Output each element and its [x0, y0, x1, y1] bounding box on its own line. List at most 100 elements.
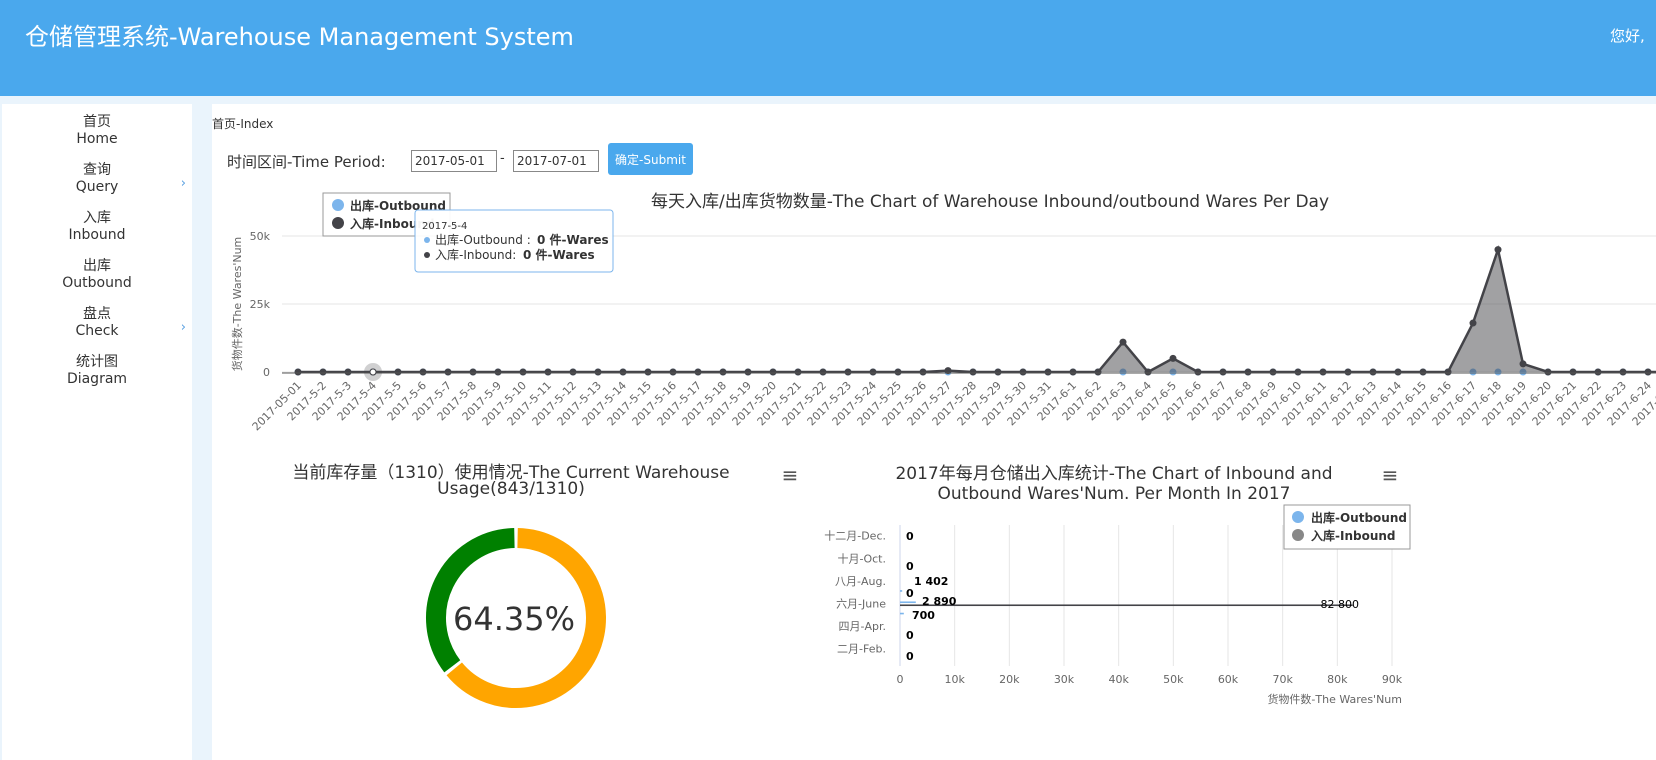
- outbound-bar: [900, 590, 903, 592]
- inbound-point: [1169, 354, 1177, 362]
- inbound-point: [769, 368, 777, 376]
- bar-data-label: 0: [906, 650, 914, 663]
- inbound-point: [969, 368, 977, 376]
- bar-data-label: 0: [906, 560, 914, 573]
- menu-icon[interactable]: ≡: [1382, 463, 1399, 487]
- inbound-point: [444, 368, 452, 376]
- x-tick-label: 80k: [1327, 673, 1348, 686]
- x-tick-label: 40k: [1108, 673, 1129, 686]
- inbound-point: [1244, 368, 1252, 376]
- inbound-point: [719, 368, 727, 376]
- inbound-point: [919, 368, 927, 376]
- bar-data-label: 0: [906, 530, 914, 543]
- bar-data-label: 1 402: [914, 575, 948, 588]
- legend-inbound-marker: [332, 217, 344, 229]
- inbound-point: [1644, 368, 1652, 376]
- outbound-bar: [900, 601, 916, 604]
- inbound-point: [1619, 368, 1627, 376]
- inbound-point: [994, 368, 1002, 376]
- legend-outbound-label: 出库-Outbound: [1311, 510, 1407, 525]
- y-tick-label: 25k: [250, 298, 271, 311]
- inbound-point: [1519, 360, 1527, 368]
- bar-data-label: 82 800: [1321, 598, 1360, 611]
- inbound-point: [1344, 368, 1352, 376]
- inbound-point: [794, 368, 802, 376]
- inbound-point: [344, 368, 352, 376]
- inbound-point: [1194, 368, 1202, 376]
- inbound-point: [1594, 368, 1602, 376]
- inbound-point: [419, 368, 427, 376]
- tooltip-date: 2017-5-4: [422, 221, 467, 232]
- inbound-point: [844, 368, 852, 376]
- x-tick-label: 30k: [1054, 673, 1075, 686]
- bar-data-label: 0: [906, 587, 914, 600]
- x-tick-label: 0: [897, 673, 904, 686]
- outbound-bar: [900, 612, 904, 615]
- inbound-point: [1369, 368, 1377, 376]
- x-axis-label: 货物件数-The Wares'Num: [1267, 692, 1402, 706]
- inbound-point: [1269, 368, 1277, 376]
- y-tick-label: 四月-Apr.: [839, 620, 887, 633]
- y-tick-label: 六月-June: [836, 597, 886, 610]
- tooltip-inbound-value: 0 件-Wares: [523, 247, 595, 262]
- inbound-point: [494, 368, 502, 376]
- inbound-point: [744, 368, 752, 376]
- monthly-title-line2: Outbound Wares'Num. Per Month In 2017: [938, 484, 1291, 504]
- inbound-point: [1069, 368, 1077, 376]
- inbound-point: [1119, 338, 1127, 346]
- tooltip-outbound-marker: [424, 237, 430, 243]
- inbound-point: [1469, 319, 1477, 327]
- y-tick-label: 十二月-Dec.: [824, 529, 886, 543]
- inbound-point: [1294, 368, 1302, 376]
- legend-outbound-marker: [1292, 511, 1304, 523]
- inbound-point: [869, 368, 877, 376]
- inbound-point: [894, 368, 902, 376]
- inbound-point: [1094, 368, 1102, 376]
- inbound-point: [669, 368, 677, 376]
- legend-inbound-label: 入库-Inbound: [1311, 528, 1396, 543]
- inbound-point: [544, 368, 552, 376]
- inbound-point: [694, 368, 702, 376]
- inbound-point: [619, 368, 627, 376]
- y-tick-label: 八月-Aug.: [835, 575, 886, 588]
- x-tick-label: 60k: [1218, 673, 1239, 686]
- hover-point: [369, 368, 377, 376]
- tooltip-outbound-value: 0 件-Wares: [537, 232, 609, 247]
- inbound-point: [1544, 368, 1552, 376]
- y-tick-label: 二月-Feb.: [837, 643, 886, 656]
- x-tick-label: 10k: [944, 673, 965, 686]
- legend-outbound-marker: [332, 199, 344, 211]
- y-tick-label: 0: [263, 366, 270, 379]
- inbound-point: [1394, 368, 1402, 376]
- inbound-point: [1144, 368, 1152, 376]
- charts-canvas: 每天入库/出库货物数量-The Chart of Warehouse Inbou…: [230, 192, 1656, 708]
- inbound-point: [294, 368, 302, 376]
- inbound-point: [569, 368, 577, 376]
- inbound-point: [1444, 368, 1452, 376]
- chart-title: 每天入库/出库货物数量-The Chart of Warehouse Inbou…: [651, 192, 1329, 212]
- y-axis-label: 货物件数-The Wares'Num: [230, 237, 244, 372]
- inbound-bar: [900, 604, 1353, 607]
- inbound-point: [594, 368, 602, 376]
- monthly-title-line1: 2017年每月仓储出入库统计-The Chart of Inbound and: [895, 464, 1332, 484]
- x-tick-label: 70k: [1272, 673, 1293, 686]
- inbound-point: [469, 368, 477, 376]
- inbound-point: [1219, 368, 1227, 376]
- gauge-center-label: 64.35%: [453, 600, 575, 638]
- bar-data-label: 2 890: [922, 595, 957, 608]
- inbound-point: [819, 368, 827, 376]
- inbound-point: [519, 368, 527, 376]
- inbound-point: [394, 368, 402, 376]
- inbound-point: [319, 368, 327, 376]
- tooltip-inbound-marker: [424, 252, 430, 258]
- menu-icon[interactable]: ≡: [782, 463, 799, 487]
- y-tick-label: 50k: [250, 230, 271, 243]
- bar-data-label: 700: [912, 609, 935, 622]
- inbound-point: [1419, 368, 1427, 376]
- tooltip-outbound-label: 出库-Outbound :: [435, 232, 531, 247]
- inbound-point: [1019, 368, 1027, 376]
- y-tick-label: 十月-Oct.: [838, 551, 887, 565]
- tooltip-inbound-label: 入库-Inbound:: [435, 247, 516, 262]
- gauge-title-line2: Usage(843/1310): [437, 479, 585, 499]
- x-tick-label: 50k: [1163, 673, 1184, 686]
